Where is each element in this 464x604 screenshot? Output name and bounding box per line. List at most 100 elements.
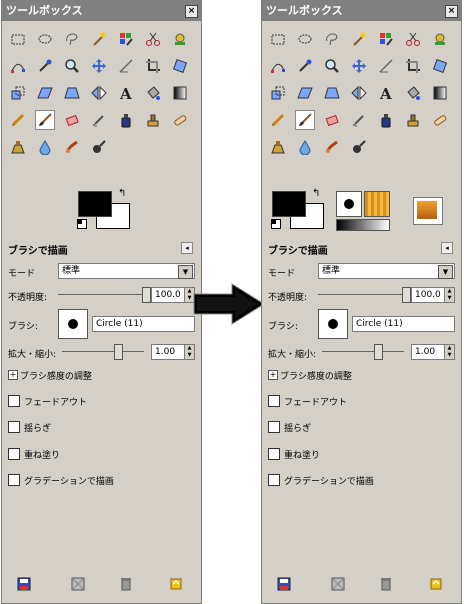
gradient-checkbox[interactable]	[8, 474, 20, 486]
shear-tool-button[interactable]	[295, 83, 315, 103]
spin-arrows-icon[interactable]: ▲ ▼	[444, 288, 454, 302]
opacity-slider-handle[interactable]	[142, 287, 151, 303]
measure-tool-button[interactable]	[116, 56, 136, 76]
ink-tool-button[interactable]	[116, 110, 136, 130]
scale-slider-handle[interactable]	[114, 344, 123, 360]
title-bar[interactable]: ツールボックス ×	[2, 1, 201, 21]
save-options-button[interactable]	[276, 576, 292, 592]
incremental-row[interactable]: 重ね塗り	[8, 445, 195, 465]
smudge-tool-button[interactable]	[322, 137, 342, 157]
spin-arrows-icon[interactable]: ▲ ▼	[184, 345, 194, 359]
blend-tool-button[interactable]	[170, 83, 190, 103]
configure-tab-button[interactable]: ◂	[441, 242, 453, 254]
clone-tool-button[interactable]	[403, 110, 423, 130]
airbrush-tool-button[interactable]	[349, 110, 369, 130]
reset-options-button[interactable]	[428, 576, 444, 592]
jitter-row[interactable]: 揺らぎ	[268, 418, 455, 438]
pencil-tool-button[interactable]	[268, 110, 288, 130]
text-tool-button[interactable]: A	[116, 83, 136, 103]
expander-icon[interactable]: +	[268, 370, 278, 380]
free-select-tool-button[interactable]	[62, 29, 82, 49]
zoom-tool-button[interactable]	[62, 56, 82, 76]
color-area[interactable]: ↰	[270, 189, 460, 231]
opacity-spinbox[interactable]: 100.0 ▲ ▼	[411, 287, 455, 303]
foreground-select-tool-button[interactable]	[430, 29, 450, 49]
reset-options-button[interactable]	[168, 576, 184, 592]
free-select-tool-button[interactable]	[322, 29, 342, 49]
bucket-fill-tool-button[interactable]	[143, 83, 163, 103]
dropdown-arrow-icon[interactable]: ▼	[178, 265, 193, 279]
active-pattern-indicator[interactable]	[364, 191, 390, 217]
paths-tool-button[interactable]	[268, 56, 288, 76]
color-select-tool-button[interactable]	[116, 29, 136, 49]
scale-tool-button[interactable]	[268, 83, 288, 103]
incremental-row[interactable]: 重ね塗り	[268, 445, 455, 465]
rect-select-tool-button[interactable]	[268, 29, 288, 49]
eraser-tool-button[interactable]	[62, 110, 82, 130]
color-area[interactable]: ↰	[76, 189, 132, 231]
foreground-color-swatch[interactable]	[272, 191, 306, 217]
blend-tool-button[interactable]	[430, 83, 450, 103]
move-tool-button[interactable]	[349, 56, 369, 76]
gradient-row[interactable]: グラデーションで描画	[268, 471, 455, 491]
crop-tool-button[interactable]	[143, 56, 163, 76]
ellipse-select-tool-button[interactable]	[295, 29, 315, 49]
scale-slider-track[interactable]	[322, 351, 404, 352]
blur-tool-button[interactable]	[35, 137, 55, 157]
foreground-select-tool-button[interactable]	[170, 29, 190, 49]
measure-tool-button[interactable]	[376, 56, 396, 76]
perspective-tool-button[interactable]	[322, 83, 342, 103]
brush-preview[interactable]	[318, 309, 348, 339]
pencil-tool-button[interactable]	[8, 110, 28, 130]
scale-slider-handle[interactable]	[374, 344, 383, 360]
delete-options-button[interactable]	[118, 576, 134, 592]
dodge-burn-tool-button[interactable]	[349, 137, 369, 157]
flip-tool-button[interactable]	[349, 83, 369, 103]
crop-tool-button[interactable]	[403, 56, 423, 76]
close-button[interactable]: ×	[445, 5, 458, 18]
fuzzy-select-tool-button[interactable]	[89, 29, 109, 49]
configure-tab-button[interactable]: ◂	[181, 242, 193, 254]
scale-spinbox[interactable]: 1.00 ▲ ▼	[411, 344, 455, 360]
perspective-clone-tool-button[interactable]	[268, 137, 288, 157]
paths-tool-button[interactable]	[8, 56, 28, 76]
pressure-expander-row[interactable]: + ブラシ感度の調整	[8, 368, 195, 388]
gradient-checkbox[interactable]	[268, 474, 280, 486]
fade-out-checkbox[interactable]	[8, 395, 20, 407]
move-tool-button[interactable]	[89, 56, 109, 76]
close-button[interactable]: ×	[185, 5, 198, 18]
mode-combo[interactable]: 標準 ▼	[318, 263, 455, 279]
brush-preview[interactable]	[58, 309, 88, 339]
paintbrush-tool-button[interactable]	[35, 110, 55, 130]
perspective-clone-tool-button[interactable]	[8, 137, 28, 157]
brush-name-field[interactable]: Circle (11)	[352, 316, 455, 332]
fade-out-checkbox[interactable]	[268, 395, 280, 407]
bucket-fill-tool-button[interactable]	[403, 83, 423, 103]
dropdown-arrow-icon[interactable]: ▼	[438, 265, 453, 279]
default-colors-icon[interactable]	[271, 219, 281, 229]
ink-tool-button[interactable]	[376, 110, 396, 130]
text-tool-button[interactable]: A	[376, 83, 396, 103]
smudge-tool-button[interactable]	[62, 137, 82, 157]
fuzzy-select-tool-button[interactable]	[349, 29, 369, 49]
rotate-tool-button[interactable]	[170, 56, 190, 76]
shear-tool-button[interactable]	[35, 83, 55, 103]
scissors-tool-button[interactable]	[403, 29, 423, 49]
airbrush-tool-button[interactable]	[89, 110, 109, 130]
title-bar[interactable]: ツールボックス ×	[262, 1, 461, 21]
fade-out-row[interactable]: フェードアウト	[268, 392, 455, 412]
flip-tool-button[interactable]	[89, 83, 109, 103]
color-picker-tool-button[interactable]	[295, 56, 315, 76]
active-brush-indicator[interactable]	[336, 191, 362, 217]
active-gradient-indicator[interactable]	[336, 219, 390, 231]
scissors-tool-button[interactable]	[143, 29, 163, 49]
fade-out-row[interactable]: フェードアウト	[8, 392, 195, 412]
expander-icon[interactable]: +	[8, 370, 18, 380]
scale-tool-button[interactable]	[8, 83, 28, 103]
restore-options-button[interactable]	[330, 576, 346, 592]
swap-colors-icon[interactable]: ↰	[118, 189, 128, 199]
color-picker-tool-button[interactable]	[35, 56, 55, 76]
opacity-slider-track[interactable]	[58, 294, 144, 295]
heal-tool-button[interactable]	[430, 110, 450, 130]
ellipse-select-tool-button[interactable]	[35, 29, 55, 49]
